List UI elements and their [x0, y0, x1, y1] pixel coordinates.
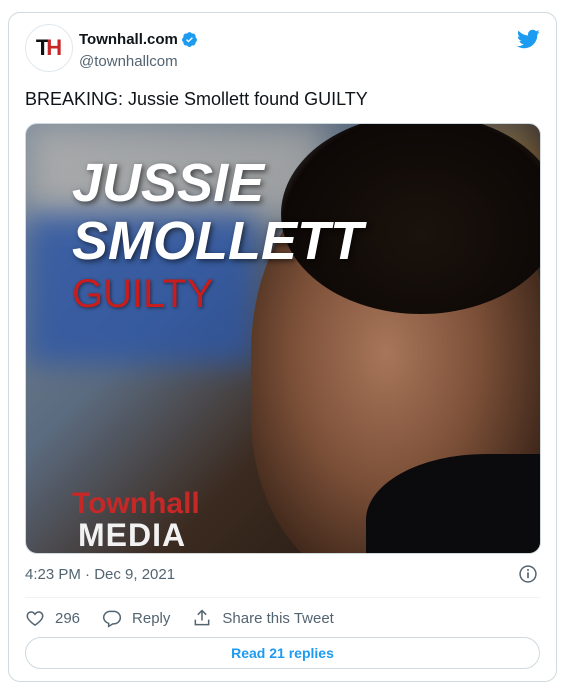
embedded-tweet-card: TH Townhall.com @townhallcom BREAKING: J…: [8, 12, 557, 682]
avatar-letter-h: H: [46, 35, 63, 60]
tweet-timestamp[interactable]: 4:23 PM · Dec 9, 2021: [25, 566, 175, 583]
avatar[interactable]: TH: [25, 24, 73, 72]
share-upload-icon: [194, 609, 210, 626]
media-watermark-media: MEDIA: [78, 517, 187, 553]
share-label: Share this Tweet: [222, 609, 334, 627]
tweet-actions-bar: 296 Reply Share this Tweet: [25, 605, 356, 631]
reply-label: Reply: [132, 609, 171, 627]
tweet-text: BREAKING: Jussie Smollett found GUILTY: [25, 89, 368, 109]
like-count: 296: [55, 609, 81, 627]
verified-badge-icon: [181, 32, 197, 47]
info-icon[interactable]: [518, 564, 538, 584]
twitter-bird-icon[interactable]: [516, 27, 540, 51]
handle[interactable]: @townhallcom: [79, 53, 178, 70]
reply-button[interactable]: Reply: [102, 608, 170, 628]
media-headline-line2: SMOLLETT: [72, 211, 363, 271]
like-button[interactable]: 296: [25, 608, 80, 628]
divider: [25, 597, 540, 598]
author-name-row[interactable]: Townhall.com: [79, 31, 198, 48]
read-replies-button[interactable]: Read 21 replies: [25, 637, 540, 669]
share-button[interactable]: Share this Tweet: [192, 608, 334, 628]
media-headline-guilty: GUILTY: [72, 272, 214, 316]
display-name[interactable]: Townhall.com: [79, 31, 178, 48]
heart-icon: [26, 611, 44, 626]
tweet-media-image[interactable]: JUSSIE SMOLLETT GUILTY Townhall MEDIA: [25, 123, 541, 554]
media-watermark-townhall: Townhall: [72, 487, 200, 520]
media-headline-line1: JUSSIE: [72, 153, 265, 213]
reply-bubble-icon: [102, 610, 122, 628]
